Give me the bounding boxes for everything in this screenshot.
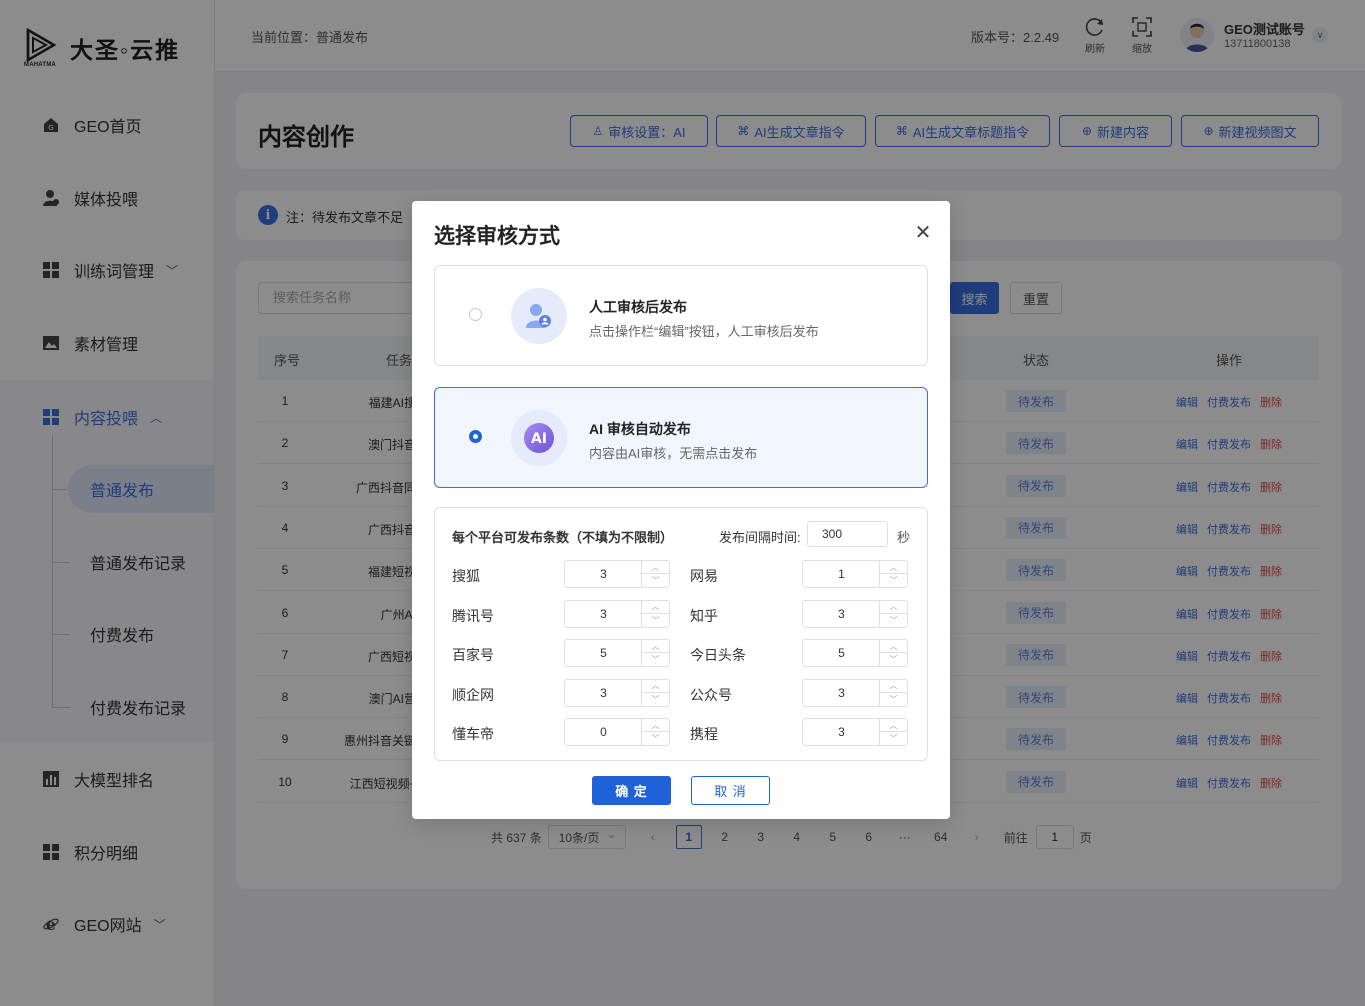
interval-unit: 秒 <box>897 530 911 545</box>
platform-label: 网易 <box>690 568 718 584</box>
platform-quantity-stepper[interactable]: 3 ︿ ﹀ <box>802 718 908 746</box>
platform-label: 搜狐 <box>452 568 480 584</box>
chevron-down-icon[interactable]: ﹀ <box>880 614 907 627</box>
stepper-value[interactable]: 5 <box>803 640 880 666</box>
limits-label: 每个平台可发布条数（不填为不限制） <box>452 530 674 545</box>
interval-label: 发布间隔时间: <box>719 530 801 545</box>
chevron-up-icon[interactable]: ︿ <box>642 561 669 574</box>
stepper-value[interactable]: 3 <box>803 719 880 745</box>
chevron-down-icon[interactable]: ﹀ <box>880 693 907 706</box>
chevron-up-icon[interactable]: ︿ <box>880 601 907 614</box>
chevron-up-icon[interactable]: ︿ <box>880 719 907 732</box>
chevron-down-icon[interactable]: ﹀ <box>880 732 907 745</box>
platform-label: 今日头条 <box>690 647 746 663</box>
stepper-value[interactable]: 1 <box>803 561 880 587</box>
chevron-up-icon[interactable]: ︿ <box>880 640 907 653</box>
platform-quantity-stepper[interactable]: 3 ︿ ﹀ <box>564 678 670 707</box>
chevron-down-icon[interactable]: ﹀ <box>642 574 669 587</box>
option-manual-audit[interactable]: 人工审核后发布 点击操作栏“编辑”按钮，人工审核后发布 <box>434 265 928 366</box>
platform-quantity-stepper[interactable]: 0 ︿ ﹀ <box>564 718 670 746</box>
interval-input[interactable]: 300 <box>807 521 888 547</box>
audit-mode-dialog: 选择审核方式 ✕ 人工审核后发布 点击操作栏“编辑”按钮，人工审核后发布 AI … <box>412 201 950 819</box>
platform-quantity-stepper[interactable]: 5 ︿ ﹀ <box>564 639 670 667</box>
option-ai-audit[interactable]: AI AI 审核自动发布 内容由AI审核，无需点击发布 <box>434 387 928 488</box>
option-title: 人工审核后发布 <box>589 299 687 315</box>
chevron-down-icon[interactable]: ﹀ <box>642 614 669 627</box>
platform-quantity-stepper[interactable]: 3 ︿ ﹀ <box>802 678 908 707</box>
stepper-value[interactable]: 3 <box>565 601 642 627</box>
platform-quantity-stepper[interactable]: 3 ︿ ﹀ <box>564 599 670 628</box>
chevron-down-icon[interactable]: ﹀ <box>642 653 669 666</box>
platform-label: 腾讯号 <box>452 607 494 624</box>
cancel-button[interactable]: 取 消 <box>691 776 770 805</box>
option-description: 点击操作栏“编辑”按钮，人工审核后发布 <box>589 324 819 339</box>
stepper-value[interactable]: 5 <box>565 640 642 666</box>
platform-label: 携程 <box>690 726 718 742</box>
option-description: 内容由AI审核，无需点击发布 <box>589 446 758 461</box>
chevron-down-icon[interactable]: ﹀ <box>642 693 669 706</box>
platform-label: 顺企网 <box>452 686 494 703</box>
chevron-up-icon[interactable]: ︿ <box>642 680 669 693</box>
radio-manual[interactable] <box>469 308 482 321</box>
chevron-down-icon[interactable]: ﹀ <box>880 574 907 587</box>
ai-audit-icon: AI <box>511 410 567 466</box>
close-icon[interactable]: ✕ <box>912 221 934 244</box>
dialog-title: 选择审核方式 <box>434 225 560 248</box>
chevron-up-icon[interactable]: ︿ <box>880 680 907 693</box>
chevron-up-icon[interactable]: ︿ <box>642 719 669 732</box>
platform-label: 百家号 <box>452 647 494 663</box>
platform-label: 公众号 <box>690 686 732 703</box>
chevron-down-icon[interactable]: ﹀ <box>880 653 907 666</box>
stepper-value[interactable]: 0 <box>565 719 642 745</box>
platform-label: 懂车帝 <box>452 726 494 742</box>
radio-ai[interactable] <box>469 430 482 443</box>
platform-label: 知乎 <box>690 607 718 624</box>
chevron-down-icon[interactable]: ﹀ <box>642 732 669 745</box>
platform-quantity-stepper[interactable]: 3 ︿ ﹀ <box>564 560 670 588</box>
stepper-value[interactable]: 3 <box>803 680 880 706</box>
platform-quantity-stepper[interactable]: 1 ︿ ﹀ <box>802 560 908 588</box>
chevron-up-icon[interactable]: ︿ <box>642 601 669 614</box>
platform-quantity-stepper[interactable]: 5 ︿ ﹀ <box>802 639 908 667</box>
platform-quantity-stepper[interactable]: 3 ︿ ﹀ <box>802 599 908 628</box>
platform-limits-panel: 每个平台可发布条数（不填为不限制） 发布间隔时间: 300 秒 搜狐 3 ︿ ﹀ 网易 1… <box>434 507 928 761</box>
stepper-value[interactable]: 3 <box>565 680 642 706</box>
ai-badge-text: AI <box>531 431 547 447</box>
stepper-value[interactable]: 3 <box>803 601 880 627</box>
chevron-up-icon[interactable]: ︿ <box>642 640 669 653</box>
stepper-value[interactable]: 3 <box>565 561 642 587</box>
manual-audit-icon <box>511 288 567 344</box>
chevron-up-icon[interactable]: ︿ <box>880 561 907 574</box>
confirm-button[interactable]: 确 定 <box>592 776 671 805</box>
option-title: AI 审核自动发布 <box>589 421 691 437</box>
